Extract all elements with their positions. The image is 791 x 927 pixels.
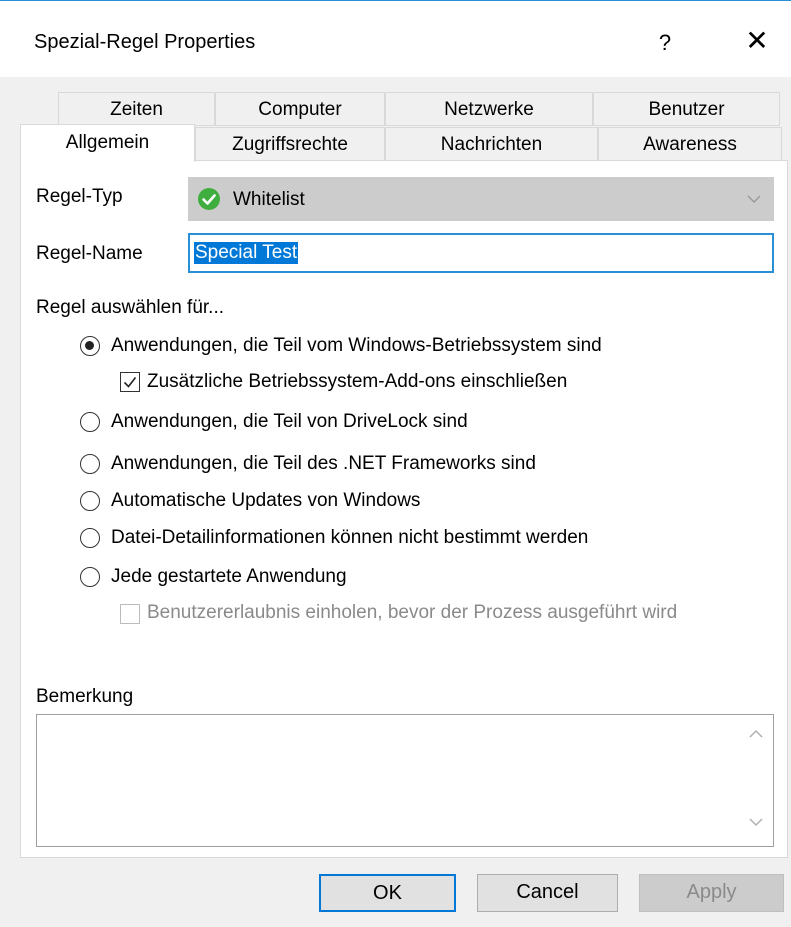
checkbox-ask-permission[interactable] bbox=[120, 604, 140, 624]
chevron-down-icon bbox=[747, 195, 761, 203]
window-title: Spezial-Regel Properties bbox=[34, 31, 256, 53]
tab-awareness[interactable]: Awareness bbox=[598, 127, 782, 161]
remarks-scrollbar[interactable] bbox=[739, 715, 773, 846]
checkmark-icon bbox=[123, 377, 137, 388]
tab-nachrichten[interactable]: Nachrichten bbox=[385, 127, 598, 161]
rule-name-label: Regel-Name bbox=[36, 243, 143, 264]
radio-no-file-details[interactable] bbox=[80, 528, 100, 548]
radio-drivelock-label[interactable]: Anwendungen, die Teil von DriveLock sind bbox=[111, 411, 468, 433]
scroll-down-arrow-icon[interactable] bbox=[747, 815, 765, 829]
close-button[interactable]: ✕ bbox=[740, 23, 774, 59]
radio-windows-updates-label[interactable]: Automatische Updates von Windows bbox=[111, 490, 420, 512]
select-for-label: Regel auswählen für... bbox=[36, 297, 225, 318]
radio-windows-updates[interactable] bbox=[80, 491, 100, 511]
radio-any-app-label[interactable]: Jede gestartete Anwendung bbox=[111, 566, 347, 588]
green-check-circle-icon bbox=[198, 188, 220, 210]
tab-benutzer[interactable]: Benutzer bbox=[593, 92, 780, 126]
checkbox-include-addons[interactable] bbox=[120, 372, 140, 392]
title-bar: Spezial-Regel Properties ? ✕ bbox=[0, 1, 791, 77]
tab-panel-allgemein: Regel-Typ Whitelist Regel-Name Special T… bbox=[20, 160, 788, 858]
radio-dotnet-label[interactable]: Anwendungen, die Teil des .NET Framework… bbox=[111, 453, 536, 475]
rule-type-label: Regel-Typ bbox=[36, 186, 123, 207]
rule-type-combobox[interactable]: Whitelist bbox=[188, 177, 774, 221]
remarks-label: Bemerkung bbox=[36, 686, 134, 707]
radio-no-file-details-label[interactable]: Datei-Detailinformationen können nicht b… bbox=[111, 527, 588, 549]
cancel-button[interactable]: Cancel bbox=[477, 874, 618, 912]
checkbox-include-addons-label[interactable]: Zusätzliche Betriebssystem-Add-ons einsc… bbox=[147, 371, 567, 393]
apply-button[interactable]: Apply bbox=[639, 874, 784, 912]
tab-zeiten[interactable]: Zeiten bbox=[58, 92, 215, 126]
radio-windows-os-label[interactable]: Anwendungen, die Teil vom Windows-Betrie… bbox=[111, 335, 602, 357]
radio-dotnet[interactable] bbox=[80, 454, 100, 474]
scroll-up-arrow-icon[interactable] bbox=[747, 727, 765, 741]
radio-windows-os[interactable] bbox=[80, 336, 100, 356]
tab-zugriffsrechte[interactable]: Zugriffsrechte bbox=[195, 127, 385, 161]
rule-type-value: Whitelist bbox=[233, 189, 305, 210]
remarks-textarea[interactable] bbox=[36, 714, 774, 847]
tab-netzwerke[interactable]: Netzwerke bbox=[385, 92, 593, 126]
tab-allgemein[interactable]: Allgemein bbox=[20, 124, 195, 162]
radio-drivelock[interactable] bbox=[80, 412, 100, 432]
help-button[interactable]: ? bbox=[653, 25, 677, 61]
checkbox-ask-permission-label: Benutzererlaubnis einholen, bevor der Pr… bbox=[147, 602, 678, 623]
rule-name-selected-text: Special Test bbox=[194, 242, 299, 264]
ok-button[interactable]: OK bbox=[319, 874, 456, 912]
rule-name-input[interactable]: Special Test bbox=[188, 233, 774, 273]
tab-computer[interactable]: Computer bbox=[215, 92, 385, 126]
radio-any-app[interactable] bbox=[80, 567, 100, 587]
